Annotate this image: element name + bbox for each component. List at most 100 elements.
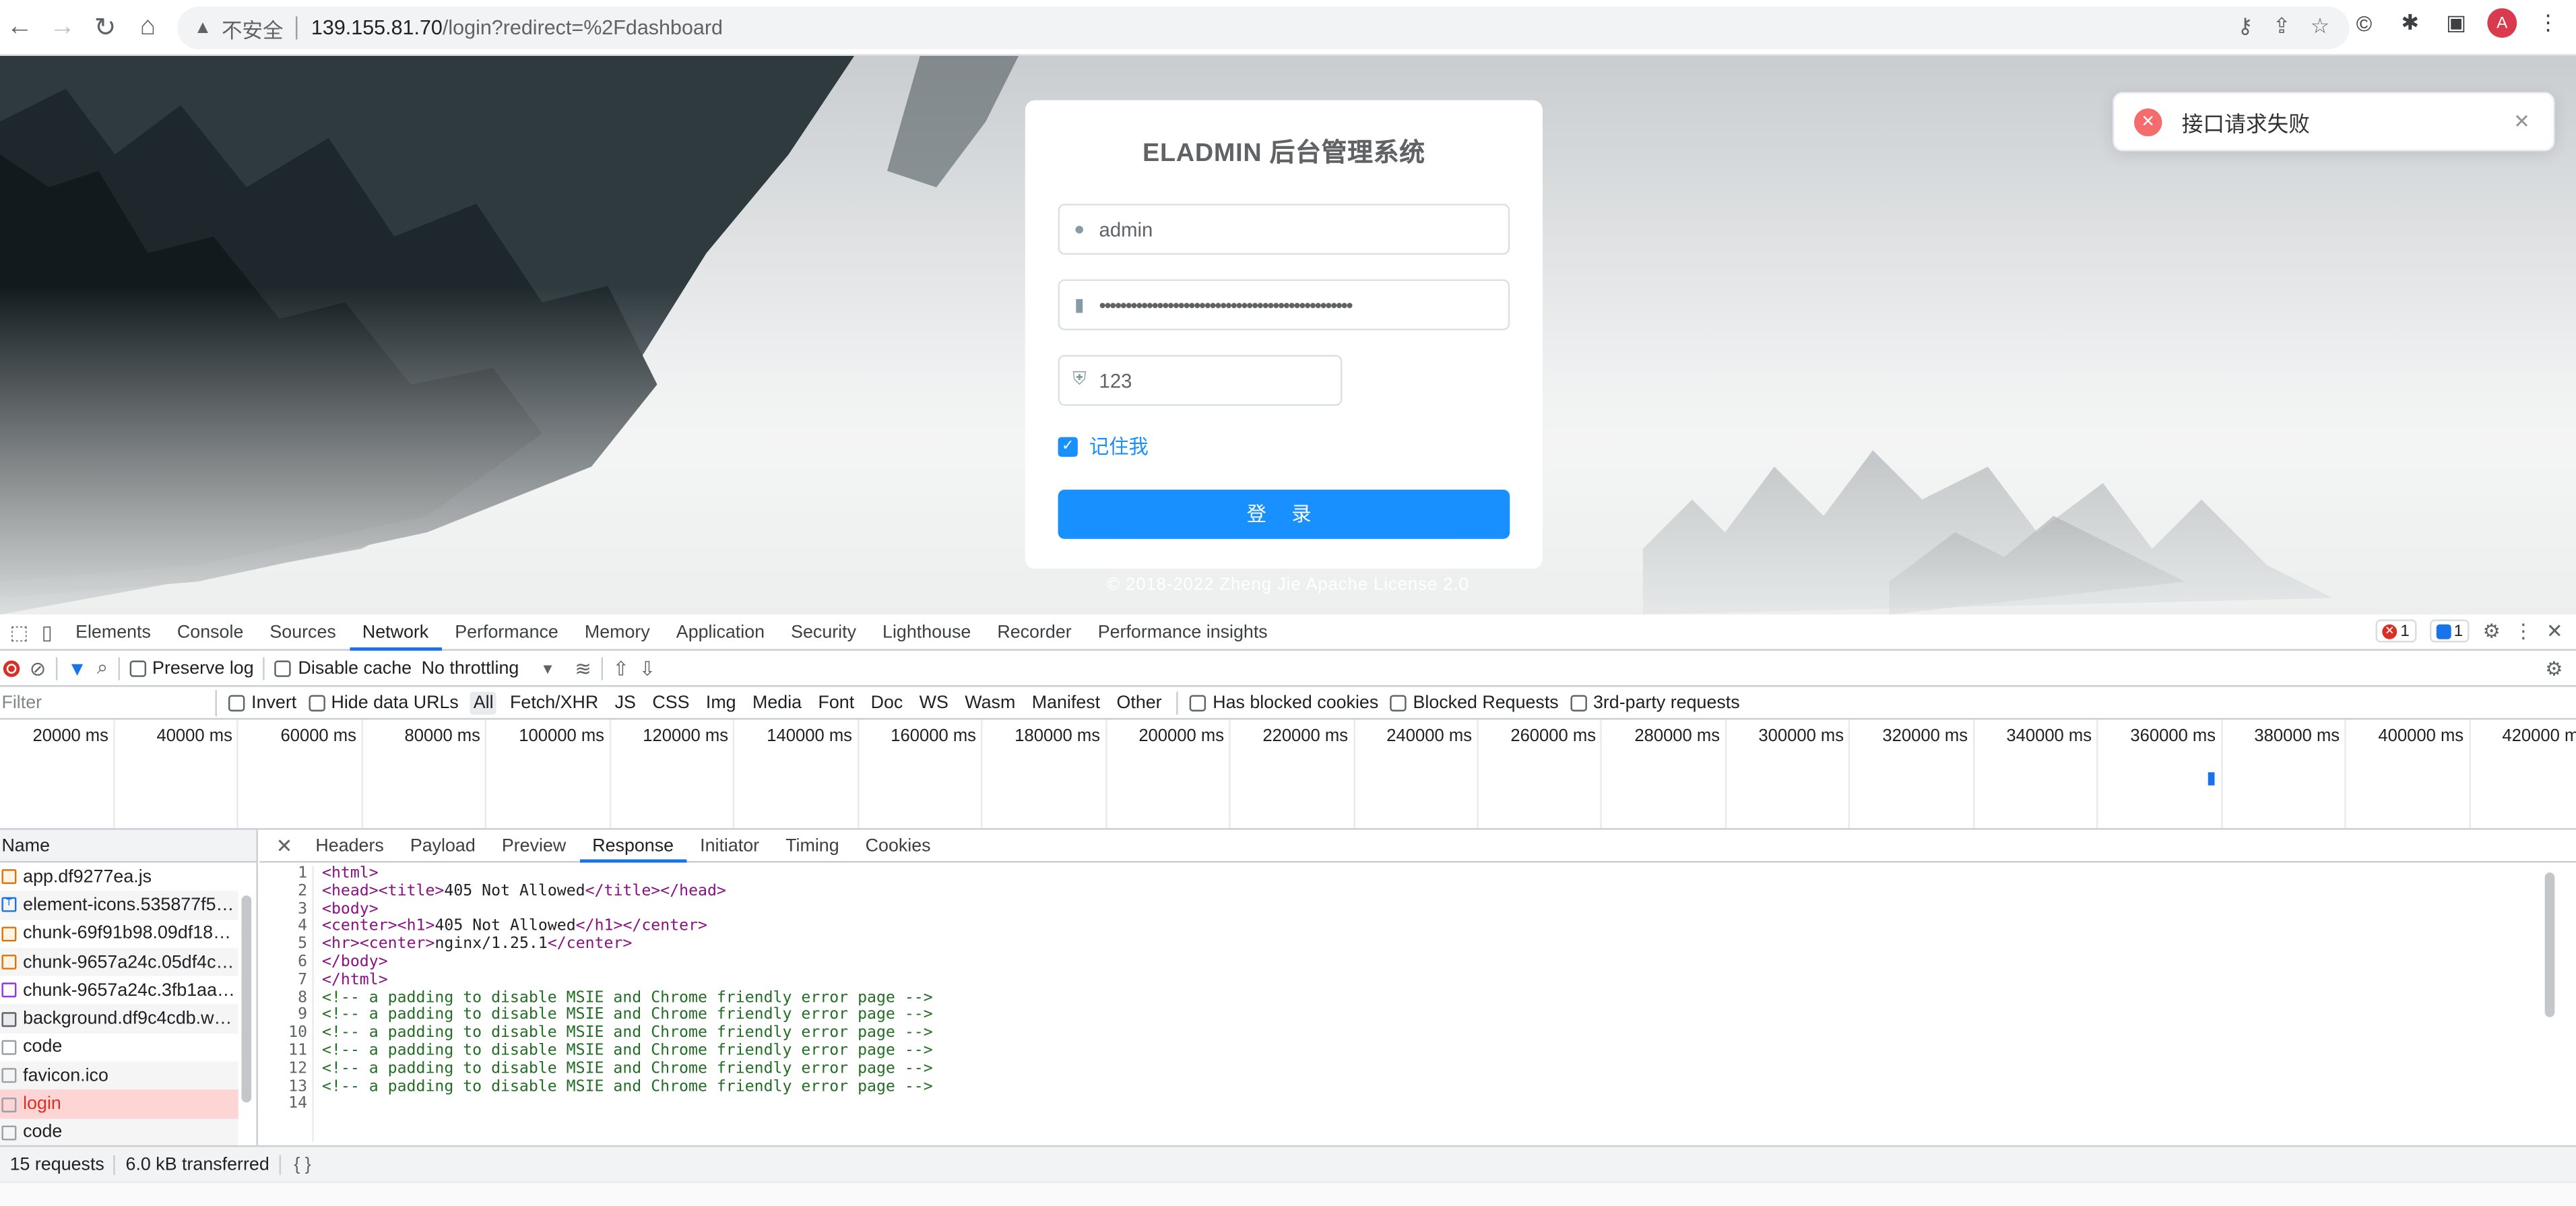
tab-application[interactable]: Application [663,614,777,650]
request-row[interactable]: code [0,1033,238,1061]
request-row[interactable]: chunk-9657a24c.05df4cd... [0,947,238,977]
detail-tab-response[interactable]: Response [579,829,687,862]
preserve-log-checkbox[interactable]: Preserve log [129,658,254,678]
detail-tab-cookies[interactable]: Cookies [852,829,944,862]
filter-type-fetch-xhr[interactable]: Fetch/XHR [507,691,602,714]
profile-avatar[interactable]: A [2487,8,2517,38]
key-icon[interactable]: ⚷ [2237,13,2253,40]
share-icon[interactable]: ⇪ [2273,13,2291,40]
code-line: <center><h1>405 Not Allowed</h1></center… [322,917,708,936]
menu-kebab-icon[interactable]: ⋮ [2534,8,2563,38]
filter-funnel-icon[interactable]: ▼ [67,656,87,679]
clear-icon[interactable]: ⊘ [30,656,46,679]
settings-gear-icon[interactable]: ⚙ [2482,619,2500,642]
captcha-field[interactable]: ⛨ 123 [1058,354,1343,406]
detail-tab-timing[interactable]: Timing [773,829,853,862]
filter-type-img[interactable]: Img [703,691,739,714]
error-count-badge[interactable]: ✕ 1 [2375,619,2416,643]
line-number: 5 [298,935,308,953]
network-settings-icon[interactable]: ⚙ [2545,656,2563,679]
filter-type-other[interactable]: Other [1114,691,1165,714]
filter-type-css[interactable]: CSS [649,691,693,714]
pretty-print-button[interactable]: { } [281,1154,311,1174]
has-blocked-cookies-checkbox[interactable]: Has blocked cookies [1190,693,1378,712]
inspect-element-icon[interactable]: ⬚ [10,621,29,643]
back-icon[interactable]: ← [0,8,40,48]
tab-recorder[interactable]: Recorder [984,614,1085,650]
hide-data-urls-checkbox[interactable]: Hide data URLs [308,693,459,712]
tab-lighthouse[interactable]: Lighthouse [870,614,984,650]
import-har-icon[interactable]: ⇧ [612,656,629,679]
invert-checkbox[interactable]: Invert [228,693,296,712]
request-row[interactable]: login [0,1089,238,1119]
reload-icon[interactable]: ↻ [86,8,125,48]
request-name: code [23,1037,63,1058]
filter-input[interactable]: Filter [0,689,217,716]
request-list-scrollbar[interactable] [241,895,252,1103]
remember-me-checkbox[interactable]: ✓ 记住我 [1058,432,1149,459]
filter-type-font[interactable]: Font [815,691,858,714]
filter-type-ws[interactable]: WS [916,691,952,714]
message-count-badge[interactable]: 1 [2429,619,2470,643]
extension-grammar-icon[interactable]: © [2349,8,2379,38]
third-party-checkbox[interactable]: 3rd-party requests [1570,693,1740,712]
extensions-puzzle-icon[interactable]: ✱ [2395,8,2425,38]
more-options-icon[interactable]: ⋮ [2513,619,2533,642]
close-icon[interactable]: ✕ [2513,110,2530,133]
message-count: 1 [2453,622,2464,640]
tab-sources[interactable]: Sources [257,614,349,650]
login-button[interactable]: 登 录 [1058,489,1510,539]
username-field[interactable]: ● admin [1058,203,1510,255]
export-har-icon[interactable]: ⇩ [639,656,656,679]
tab-security[interactable]: Security [778,614,870,650]
request-row[interactable]: Telement-icons.535877f5.woff [0,891,238,920]
blocked-requests-checkbox[interactable]: Blocked Requests [1390,693,1559,712]
tab-memory[interactable]: Memory [571,614,663,650]
password-field[interactable]: ▮ ••••••••••••••••••••••••••••••••••••••… [1058,279,1510,331]
request-row[interactable]: chunk-9657a24c.3fb1aad... [0,976,238,1005]
detail-tab-preview[interactable]: Preview [488,829,579,862]
response-viewer[interactable]: 1 2 3 4 5 6 7 8 9 10 11 12 13 14 <html> <head><title>4… [259,864,2559,1142]
throttling-select[interactable]: No throttling ▼ [422,658,555,678]
filter-type-media[interactable]: Media [749,691,805,714]
bookmark-star-icon[interactable]: ☆ [2311,13,2329,40]
tab-performance-insights[interactable]: Performance insights [1085,614,1281,650]
side-panel-icon[interactable]: ▣ [2441,8,2471,38]
filter-type-wasm[interactable]: Wasm [961,691,1019,714]
search-icon[interactable]: ⌕ [97,656,108,680]
request-row[interactable]: favicon.ico [0,1061,238,1090]
tab-network[interactable]: Network [349,614,442,650]
disable-cache-checkbox[interactable]: Disable cache [275,658,412,678]
security-label[interactable]: 不安全 [222,12,283,43]
request-row[interactable]: background.df9c4cdb.webp [0,1005,238,1034]
code-line: <html> [322,864,379,883]
close-detail-icon[interactable]: ✕ [276,834,293,857]
detail-tab-headers[interactable]: Headers [302,829,397,862]
address-bar[interactable]: ▲ 不安全 139.155.81.70 /login?redirect=%2Fd… [177,6,2350,50]
name-column-header[interactable]: Name [0,829,257,863]
tab-performance[interactable]: Performance [442,614,572,650]
response-scrollbar[interactable] [2544,872,2555,1017]
network-overview-timeline[interactable]: 20000 ms 40000 ms 60000 ms 80000 ms 100000 m… [0,720,2576,830]
filter-type-js[interactable]: JS [612,691,639,714]
request-row[interactable]: chunk-69f91b98.09df1852.js [0,920,238,948]
filter-type-doc[interactable]: Doc [868,691,906,714]
detail-tab-payload[interactable]: Payload [397,829,488,862]
filter-type-all[interactable]: All [470,691,497,714]
drawer-strip [0,1181,2576,1206]
device-toolbar-icon[interactable]: ▯ [42,621,53,643]
line-number: 4 [298,917,308,936]
divider [117,656,120,680]
detail-tab-initiator[interactable]: Initiator [687,829,773,862]
network-conditions-icon[interactable]: ≋ [575,656,591,679]
forward-icon[interactable]: → [42,8,82,48]
tab-console[interactable]: Console [164,614,256,650]
close-devtools-icon[interactable]: ✕ [2546,619,2563,642]
record-icon[interactable] [3,660,20,676]
tab-elements[interactable]: Elements [63,614,164,650]
url-host: 139.155.81.70 [311,16,443,40]
request-row[interactable]: code [0,1118,238,1145]
home-icon[interactable]: ⌂ [128,8,168,48]
filter-type-manifest[interactable]: Manifest [1029,691,1103,714]
request-row[interactable]: app.df9277ea.js [0,862,238,891]
